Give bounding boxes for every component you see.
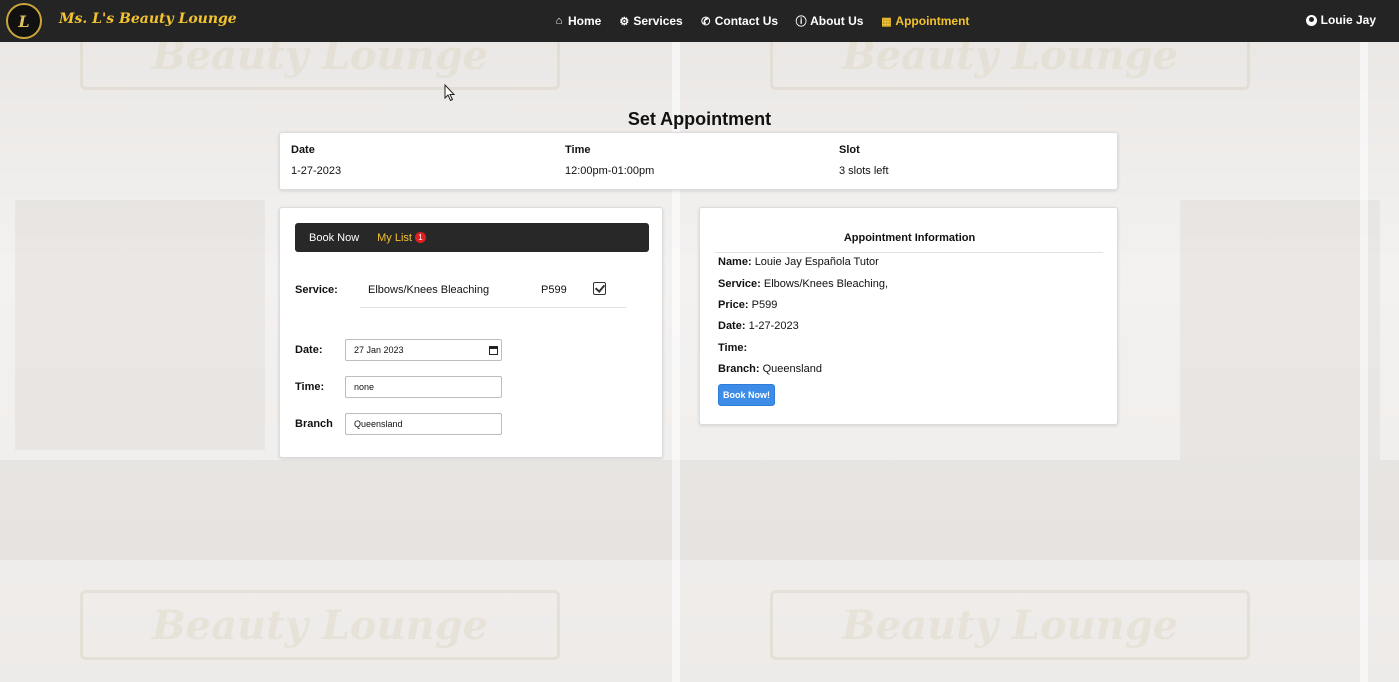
nav-links: ⌂ Home ⚙ Services ✆ Contact Us ⓘ About U…: [553, 13, 986, 29]
slot-summary-card: Date 1-27-2023 Time 12:00pm-01:00pm Slot…: [279, 132, 1118, 190]
cogs-icon: ⚙: [619, 15, 630, 28]
home-icon: ⌂: [555, 15, 563, 27]
info-price-row: Price: P599: [718, 299, 778, 311]
nav-home[interactable]: ⌂ Home: [553, 13, 602, 29]
branch-input[interactable]: Queensland: [345, 413, 502, 435]
summary-time-value: 12:00pm-01:00pm: [565, 165, 655, 177]
brand-name[interactable]: Ms. L's Beauty Lounge: [59, 11, 237, 27]
summary-slot-value: 3 slots left: [839, 165, 889, 177]
calendar-picker-icon[interactable]: [489, 346, 498, 355]
info-branch-row: Branch: Queensland: [718, 363, 822, 375]
summary-date-value: 1-27-2023: [291, 165, 342, 177]
book-now-button[interactable]: Book Now!: [718, 384, 775, 406]
brand-logo[interactable]: L: [6, 3, 42, 39]
time-input[interactable]: none: [345, 376, 502, 398]
nav-services[interactable]: ⚙ Services: [618, 13, 682, 29]
info-name-row: Name: Louie Jay Española Tutor: [718, 256, 879, 268]
branch-label: Branch: [295, 418, 333, 430]
navbar: L Ms. L's Beauty Lounge ⌂ Home ⚙ Service…: [0, 0, 1399, 42]
summary-slot-label: Slot: [839, 144, 860, 156]
time-label: Time:: [295, 381, 325, 393]
page-title: Set Appointment: [627, 109, 772, 129]
booking-form-card: Book Now My List 1 Service: Elbows/Knees…: [279, 207, 663, 458]
service-name: Elbows/Knees Bleaching: [368, 284, 490, 296]
date-input[interactable]: 27 Jan 2023: [345, 339, 502, 361]
info-service-row: Service: Elbows/Knees Bleaching,: [718, 278, 889, 290]
nav-contact-us[interactable]: ✆ Contact Us: [700, 13, 778, 29]
nav-about-us[interactable]: ⓘ About Us: [795, 13, 864, 29]
summary-date-label: Date: [291, 144, 315, 156]
info-title: Appointment Information: [843, 232, 976, 244]
info-date-row: Date: 1-27-2023: [718, 320, 799, 332]
service-label: Service:: [295, 284, 338, 296]
summary-time-label: Time: [565, 144, 591, 156]
divider: [360, 307, 626, 308]
booking-tabs: Book Now My List 1: [295, 223, 649, 252]
nav-appointment[interactable]: ▦ Appointment: [880, 13, 969, 29]
info-time-row: Time:: [718, 342, 748, 354]
date-label: Date:: [295, 344, 323, 356]
phone-icon: ✆: [701, 15, 711, 28]
info-icon: ⓘ: [795, 16, 807, 28]
service-price: P599: [541, 284, 567, 296]
tab-book-now[interactable]: Book Now: [309, 232, 359, 244]
tab-my-list[interactable]: My List 1: [377, 232, 426, 244]
my-list-count-badge: 1: [414, 232, 426, 243]
appointment-info-card: Appointment Information Name: Louie Jay …: [699, 207, 1118, 425]
divider: [715, 252, 1103, 253]
service-checkbox-icon[interactable]: [593, 282, 606, 295]
user-circle-icon: [1305, 14, 1317, 26]
calendar-icon: ▦: [881, 15, 892, 28]
user-menu[interactable]: Louie Jay: [1305, 13, 1376, 27]
